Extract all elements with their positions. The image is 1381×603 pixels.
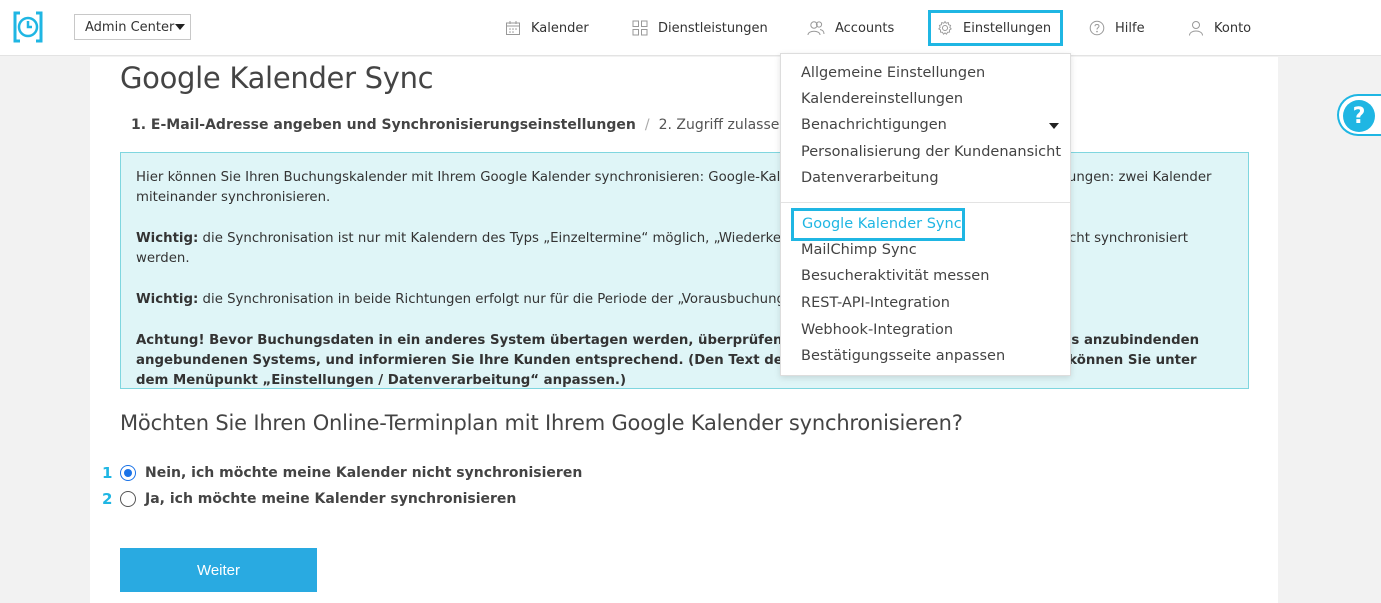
menu-item-webhook[interactable]: Webhook-Integration (801, 322, 953, 338)
nav-dienstleistungen[interactable]: Dienstleistungen (632, 0, 768, 56)
sync-question: Möchten Sie Ihren Online-Terminplan mit … (120, 411, 963, 435)
nav-kalender[interactable]: Kalender (505, 0, 589, 56)
step-2-label: 2. Zugriff zulassen (658, 117, 789, 133)
menu-item-allgemeine-einstellungen[interactable]: Allgemeine Einstellungen (801, 65, 985, 81)
top-bar: Admin Center Kalender Dienstleistungen A… (0, 0, 1381, 56)
calendar-icon (506, 21, 520, 35)
admin-center-select[interactable]: Admin Center (74, 14, 191, 40)
grid-icon (632, 20, 648, 36)
nav-hilfe[interactable]: Hilfe (1089, 0, 1145, 56)
info-important-label-1: Wichtig: (136, 231, 199, 246)
caret-down-icon (175, 24, 185, 30)
step-breadcrumb: 1. E-Mail-Adresse angeben und Synchronis… (131, 117, 788, 133)
menu-item-google-kalender-sync[interactable]: Google Kalender Sync (791, 208, 965, 241)
menu-item-mailchimp-sync[interactable]: MailChimp Sync (801, 242, 917, 258)
menu-item-benachrichtigungen[interactable]: Benachrichtigungen (801, 117, 947, 133)
question-mark-icon: ? (1343, 100, 1375, 132)
info-important-text-2: die Synchronisation in beide Richtungen … (198, 292, 828, 307)
nav-accounts-label: Accounts (835, 20, 895, 36)
main-panel: Google Kalender Sync 1. E-Mail-Adresse a… (90, 57, 1278, 603)
clock-logo-icon[interactable] (11, 10, 45, 44)
radio-sync[interactable] (120, 491, 136, 507)
menu-item-bestaetigungsseite[interactable]: Bestätigungsseite anpassen (801, 348, 1005, 364)
nav-konto[interactable]: Konto (1188, 0, 1251, 56)
option-number: 2 (102, 490, 113, 508)
menu-item-besucheraktivitaet[interactable]: Besucheraktivität messen (801, 268, 989, 284)
option-number: 1 (102, 464, 113, 482)
menu-item-kalendereinstellungen[interactable]: Kalendereinstellungen (801, 91, 963, 107)
help-bubble-button[interactable]: ? (1337, 94, 1381, 136)
menu-divider (781, 202, 1070, 203)
nav-accounts[interactable]: Accounts (807, 0, 894, 56)
nav-konto-label: Konto (1214, 20, 1252, 36)
page-title: Google Kalender Sync (120, 61, 434, 95)
nav-einstellungen[interactable]: Einstellungen (928, 10, 1064, 46)
users-icon (807, 21, 825, 36)
info-important-label-2: Wichtig: (136, 292, 199, 307)
nav-einstellungen-label: Einstellungen (963, 20, 1052, 36)
step-1-label: 1. E-Mail-Adresse angeben und Synchronis… (131, 117, 636, 133)
option-sync-label: Ja, ich möchte meine Kalender synchronis… (145, 491, 517, 507)
admin-center-select-value: Admin Center (85, 20, 175, 35)
nav-hilfe-label: Hilfe (1115, 20, 1145, 36)
option-sync[interactable]: 2 Ja, ich möchte meine Kalender synchron… (102, 489, 516, 509)
settings-dropdown-menu: Allgemeine Einstellungen Kalendereinstel… (780, 53, 1071, 376)
menu-item-personalisierung[interactable]: Personalisierung der Kundenansicht (801, 144, 1061, 160)
option-no-sync-label: Nein, ich möchte meine Kalender nicht sy… (145, 465, 583, 481)
user-icon (1189, 21, 1203, 36)
caret-down-icon[interactable] (1049, 123, 1059, 129)
menu-item-rest-api[interactable]: REST-API-Integration (801, 295, 950, 311)
option-no-sync[interactable]: 1 Nein, ich möchte meine Kalender nicht … (102, 463, 582, 483)
nav-dienstleistungen-label: Dienstleistungen (658, 20, 768, 36)
menu-item-datenverarbeitung[interactable]: Datenverarbeitung (801, 170, 939, 186)
weiter-button[interactable]: Weiter (120, 548, 317, 592)
gear-icon (938, 20, 952, 35)
step-separator: / (644, 117, 650, 133)
nav-kalender-label: Kalender (531, 20, 589, 36)
radio-no-sync[interactable] (120, 465, 136, 481)
info-box: Hier können Sie Ihren Buchungskalender m… (120, 152, 1249, 389)
help-circle-icon (1089, 20, 1105, 36)
